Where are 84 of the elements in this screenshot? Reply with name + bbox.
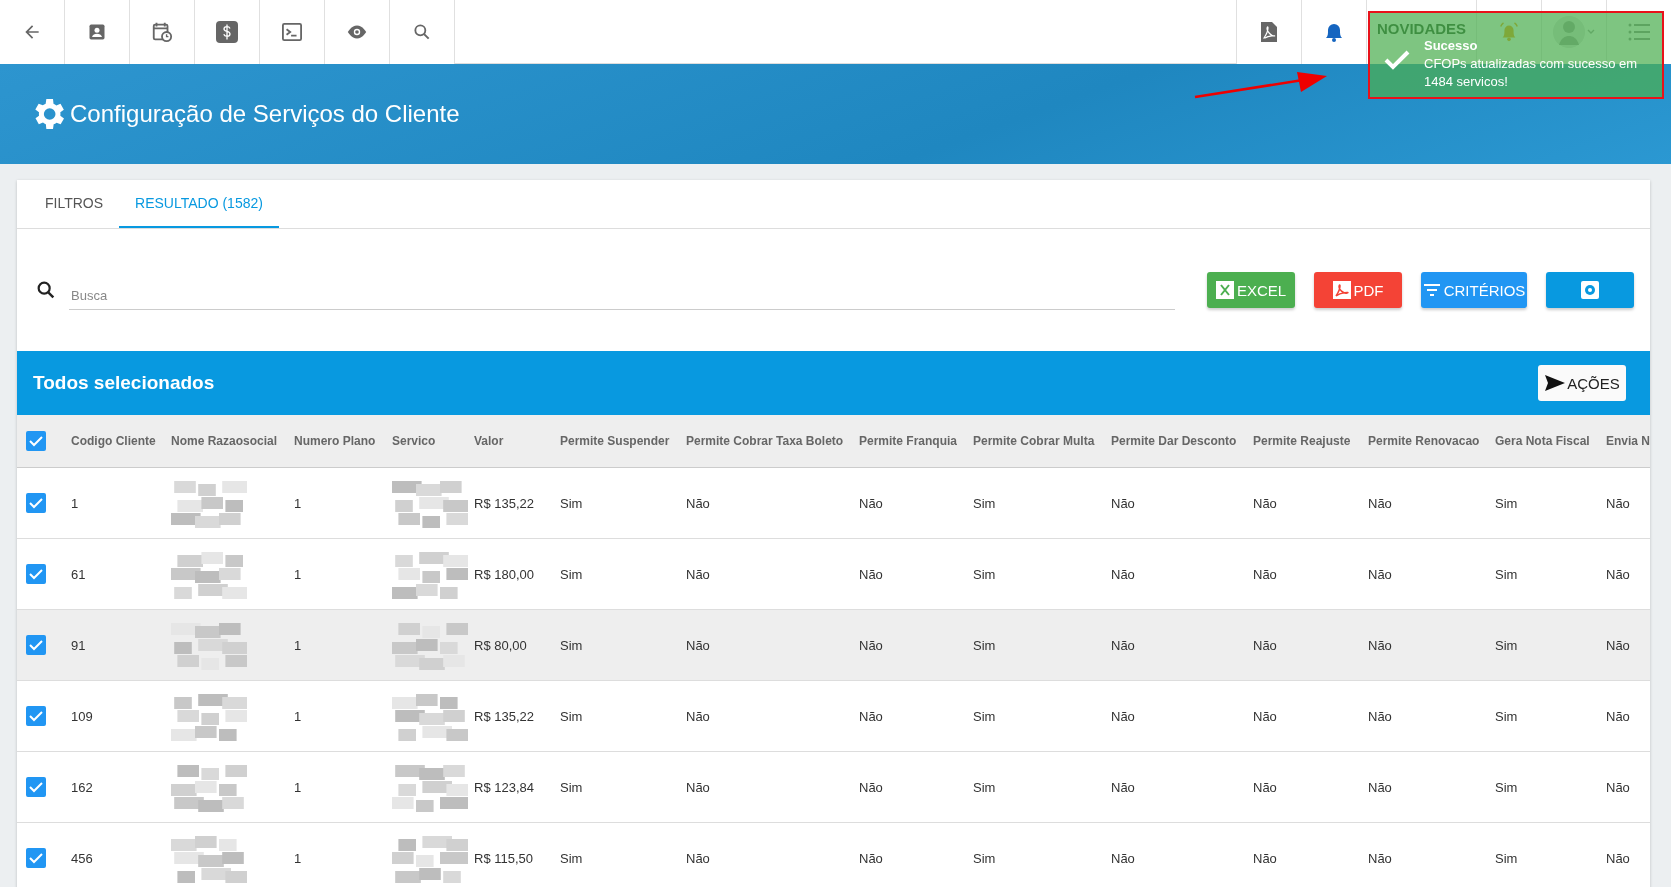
table-cell: 1 [294,637,302,653]
table-cell: 1 [294,495,302,511]
table-cell: Não [859,637,883,653]
table-cell: Não [1111,779,1135,795]
criteria-button[interactable]: CRITÉRIOS [1421,272,1527,308]
page-title: Configuração de Serviços do Cliente [70,100,460,128]
table-cell: 1 [294,708,302,724]
table-cell: Não [1606,495,1630,511]
table-cell: Não [1606,779,1630,795]
table-cell: Sim [1495,708,1518,724]
table-cell: Não [686,850,710,866]
table-cell: 456 [71,850,93,866]
table-cell: Não [1368,637,1392,653]
table-cell: Não [1253,637,1277,653]
table-cell: 61 [71,566,86,582]
tab[interactable]: RESULTADO (1582) [119,180,279,228]
table-cell: Sim [1495,850,1518,866]
table-cell: Não [859,566,883,582]
table-cell: Não [1111,637,1135,653]
table-cell: R$ 135,22 [474,495,534,511]
table-cell: Não [686,708,710,724]
table-cell: Não [1606,850,1630,866]
pdf-button[interactable]: PDF [1314,272,1402,308]
table-cell: Sim [560,708,583,724]
table-cell: R$ 80,00 [474,637,527,653]
table-cell: 1 [294,566,302,582]
table-cell: Não [1111,495,1135,511]
table-cell: Não [686,566,710,582]
table-cell: Não [686,637,710,653]
table-cell: 1 [294,779,302,795]
table-cell: Sim [1495,637,1518,653]
table-cell: Não [1368,566,1392,582]
table-cell: R$ 180,00 [474,566,534,582]
table-cell: 1 [294,850,302,866]
actions-button[interactable]: AÇÕES [1538,365,1626,401]
table-cell: R$ 115,50 [474,850,534,866]
table-cell: Não [1111,850,1135,866]
table-cell: Não [859,850,883,866]
table-cell: Não [859,495,883,511]
table-cell: Não [1368,708,1392,724]
table-cell: Sim [1495,495,1518,511]
table-cell: Sim [973,637,996,653]
table-cell: 1 [71,495,79,511]
table-cell: Não [1606,637,1630,653]
table-cell: Sim [560,779,583,795]
table-cell: Não [859,708,883,724]
table-cell: Sim [560,850,583,866]
table-cell: Não [1368,850,1392,866]
table-cell: Sim [973,495,996,511]
table-cell: Não [1111,566,1135,582]
table-cell: Não [1368,779,1392,795]
table-cell: Sim [973,566,996,582]
excel-button[interactable]: EXCEL [1207,272,1295,308]
table-cell: R$ 135,22 [474,708,534,724]
table-cell: Sim [973,779,996,795]
table-cell: Sim [973,708,996,724]
column-header[interactable]: Valor [474,434,504,448]
table-cell: Sim [1495,779,1518,795]
toast-message: CFOPs atualizadas com sucesso em 1484 servicos! [1424,55,1639,91]
table-cell: Sim [973,850,996,866]
table-cell: Não [859,779,883,795]
table-cell: Não [1253,495,1277,511]
table-cell: R$ 123,84 [474,779,534,795]
selection-title: Todos selecionados [33,372,215,394]
table-cell: Não [1606,708,1630,724]
table-cell: Sim [1495,566,1518,582]
column-header[interactable]: Servico [392,434,436,448]
tab[interactable]: FILTROS [29,180,120,228]
table-cell: 162 [71,779,93,795]
table-cell: Não [1606,566,1630,582]
table-cell: Não [1253,566,1277,582]
table-cell: Não [1253,779,1277,795]
table-cell: Sim [560,566,583,582]
toast-title: Sucesso [1424,37,1479,55]
table-cell: Não [1368,495,1392,511]
table-cell: Sim [560,637,583,653]
table-cell: Sim [560,495,583,511]
table-cell: 91 [71,637,86,653]
table-cell: Não [686,779,710,795]
table-cell: Não [1253,850,1277,866]
table-cell: Não [686,495,710,511]
table-cell: 109 [71,708,93,724]
table-cell: Não [1253,708,1277,724]
table-cell: Não [1111,708,1135,724]
